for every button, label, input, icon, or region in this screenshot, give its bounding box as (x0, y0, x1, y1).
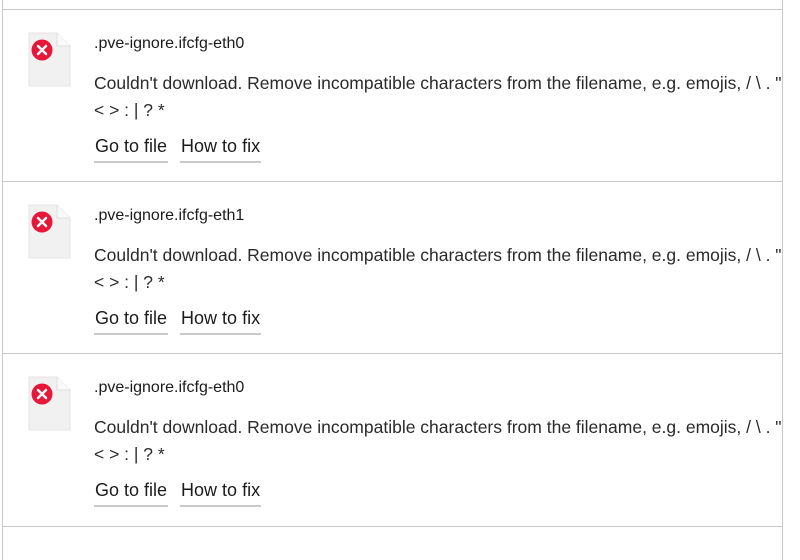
how-to-fix-link[interactable]: How to fix (180, 134, 262, 163)
file-name: .pve-ignore.ifcfg-eth0 (94, 35, 245, 52)
error-message: Couldn't download. Remove incompatible c… (94, 245, 782, 292)
list-item: .pve-ignore.ifcfg-eth0 Couldn't download… (3, 9, 782, 181)
error-x-icon (31, 211, 53, 233)
error-message: Couldn't download. Remove incompatible c… (94, 73, 782, 120)
item-actions: Go to file How to fix (94, 478, 262, 507)
file-name: .pve-ignore.ifcfg-eth1 (94, 207, 245, 224)
file-name: .pve-ignore.ifcfg-eth0 (94, 379, 245, 396)
download-list: .pve-ignore.ifcfg-eth0 Couldn't download… (3, 9, 782, 527)
list-item: .pve-ignore.ifcfg-eth1 Couldn't download… (3, 181, 782, 353)
go-to-file-link[interactable]: Go to file (94, 134, 169, 163)
how-to-fix-link[interactable]: How to fix (180, 478, 262, 507)
download-list-panel: .pve-ignore.ifcfg-eth0 Couldn't download… (2, 0, 783, 560)
list-item: .pve-ignore.ifcfg-eth0 Couldn't download… (3, 353, 782, 527)
item-actions: Go to file How to fix (94, 134, 262, 163)
error-x-icon (31, 39, 53, 61)
error-x-icon (31, 383, 53, 405)
error-message: Couldn't download. Remove incompatible c… (94, 417, 782, 464)
go-to-file-link[interactable]: Go to file (94, 306, 169, 335)
item-actions: Go to file How to fix (94, 306, 262, 335)
how-to-fix-link[interactable]: How to fix (180, 306, 262, 335)
go-to-file-link[interactable]: Go to file (94, 478, 169, 507)
